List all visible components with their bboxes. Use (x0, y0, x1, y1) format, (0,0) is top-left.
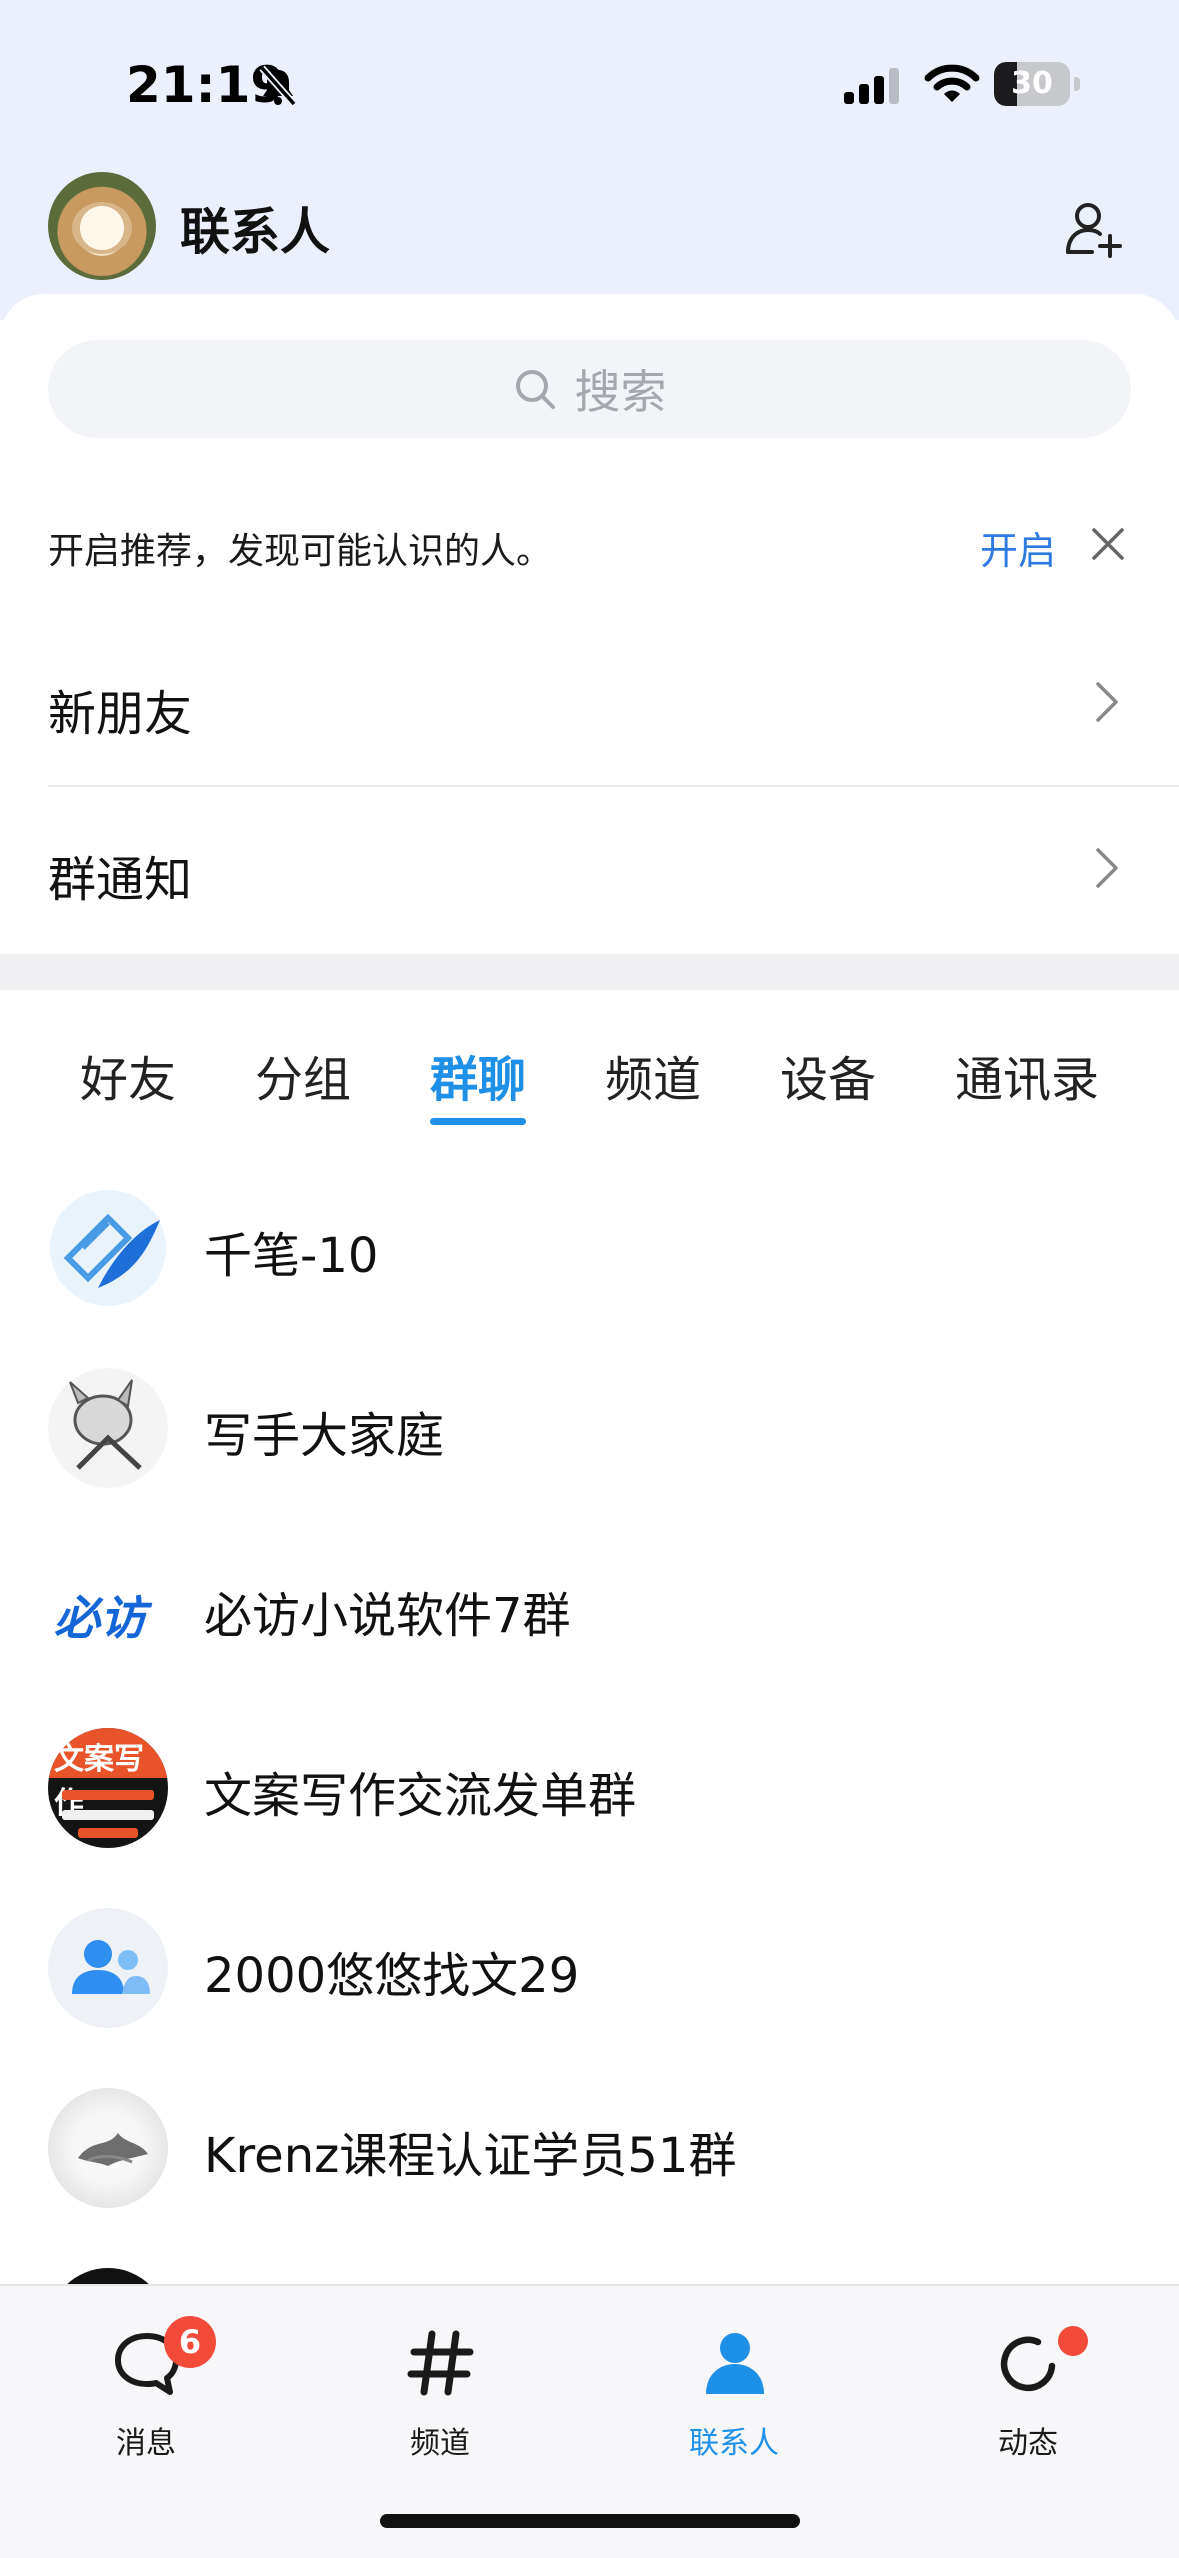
nav-messages[interactable]: 6 消息 (46, 2306, 246, 2466)
contact-person-icon (706, 2333, 764, 2394)
chevron-right-icon (1096, 682, 1118, 722)
bell-muted-icon (259, 65, 297, 107)
active-tab-indicator (430, 1118, 526, 1125)
add-contact-icon[interactable] (1062, 196, 1126, 260)
nav-contacts[interactable]: 联系人 (634, 2306, 834, 2466)
header-background (0, 0, 1179, 320)
hashtag-icon (407, 2330, 474, 2396)
cellular-signal-icon (844, 68, 899, 104)
search-icon (515, 370, 555, 409)
close-icon[interactable] (1090, 526, 1126, 562)
battery-indicator: 30 (994, 62, 1080, 106)
user-avatar[interactable] (48, 172, 156, 280)
group-name: 2000悠悠找文29 (204, 1948, 580, 2004)
home-indicator (380, 2514, 800, 2528)
group-avatar (48, 2088, 168, 2208)
group-name: 文案写作交流发单群 (204, 1768, 637, 1824)
group-notice-row[interactable]: 群通知 (48, 840, 192, 910)
tab-channels[interactable]: 频道 (605, 1040, 701, 1110)
battery-level: 30 (1011, 66, 1053, 101)
recommend-open-button[interactable]: 开启 (980, 520, 1056, 575)
refresh-circle-icon (1000, 2336, 1056, 2392)
section-separator (0, 954, 1179, 990)
list-item[interactable]: 2000悠悠找文29 (0, 1878, 1179, 2058)
tab-address-book[interactable]: 通讯录 (955, 1040, 1099, 1110)
avatar-text: 必访 (54, 1591, 146, 1645)
page-title: 联系人 (180, 203, 330, 261)
search-placeholder: 搜索 (574, 365, 667, 419)
notification-dot (1058, 2326, 1088, 2356)
wifi-icon (924, 64, 980, 102)
list-item[interactable]: 千笔-10 (0, 1158, 1179, 1338)
nav-label: 频道 (410, 2426, 470, 2461)
group-avatar (48, 1368, 168, 1488)
tab-groups[interactable]: 分组 (255, 1040, 351, 1110)
list-item[interactable]: 必访 必访小说软件7群 (0, 1518, 1179, 1698)
recommend-message: 开启推荐，发现可能认识的人。 (48, 531, 553, 572)
group-avatar: 必访 (48, 1548, 168, 1668)
chevron-right-icon (1096, 848, 1118, 888)
nav-label: 消息 (116, 2426, 176, 2461)
row-divider (48, 785, 1179, 787)
nav-channels[interactable]: 频道 (340, 2306, 540, 2466)
tab-devices[interactable]: 设备 (780, 1040, 876, 1110)
group-name: 千笔-10 (204, 1228, 379, 1284)
group-name: Krenz课程认证学员51群 (204, 2128, 737, 2184)
nav-label: 联系人 (689, 2426, 779, 2461)
list-item[interactable]: 文案写作 文案写作交流发单群 (0, 1698, 1179, 1878)
tab-friends[interactable]: 好友 (80, 1040, 176, 1110)
tab-group-chats[interactable]: 群聊 (430, 1040, 526, 1110)
group-avatar (48, 1188, 168, 1308)
unread-badge: 6 (164, 2316, 216, 2368)
list-item[interactable]: Krenz课程认证学员51群 (0, 2058, 1179, 2238)
search-bar[interactable]: 搜索 (48, 340, 1131, 438)
group-default-avatar (48, 1908, 168, 2028)
list-item[interactable]: 写手大家庭 (0, 1338, 1179, 1518)
nav-moments[interactable]: 动态 (928, 2306, 1128, 2466)
group-icon (72, 1940, 150, 1994)
nav-label: 动态 (998, 2426, 1058, 2461)
group-name: 写手大家庭 (204, 1408, 445, 1464)
group-avatar: 文案写作 (48, 1728, 168, 1848)
new-friends-row[interactable]: 新朋友 (48, 674, 192, 744)
avatar-text: 文案写作 (54, 1742, 144, 1821)
group-name: 必访小说软件7群 (204, 1588, 571, 1644)
